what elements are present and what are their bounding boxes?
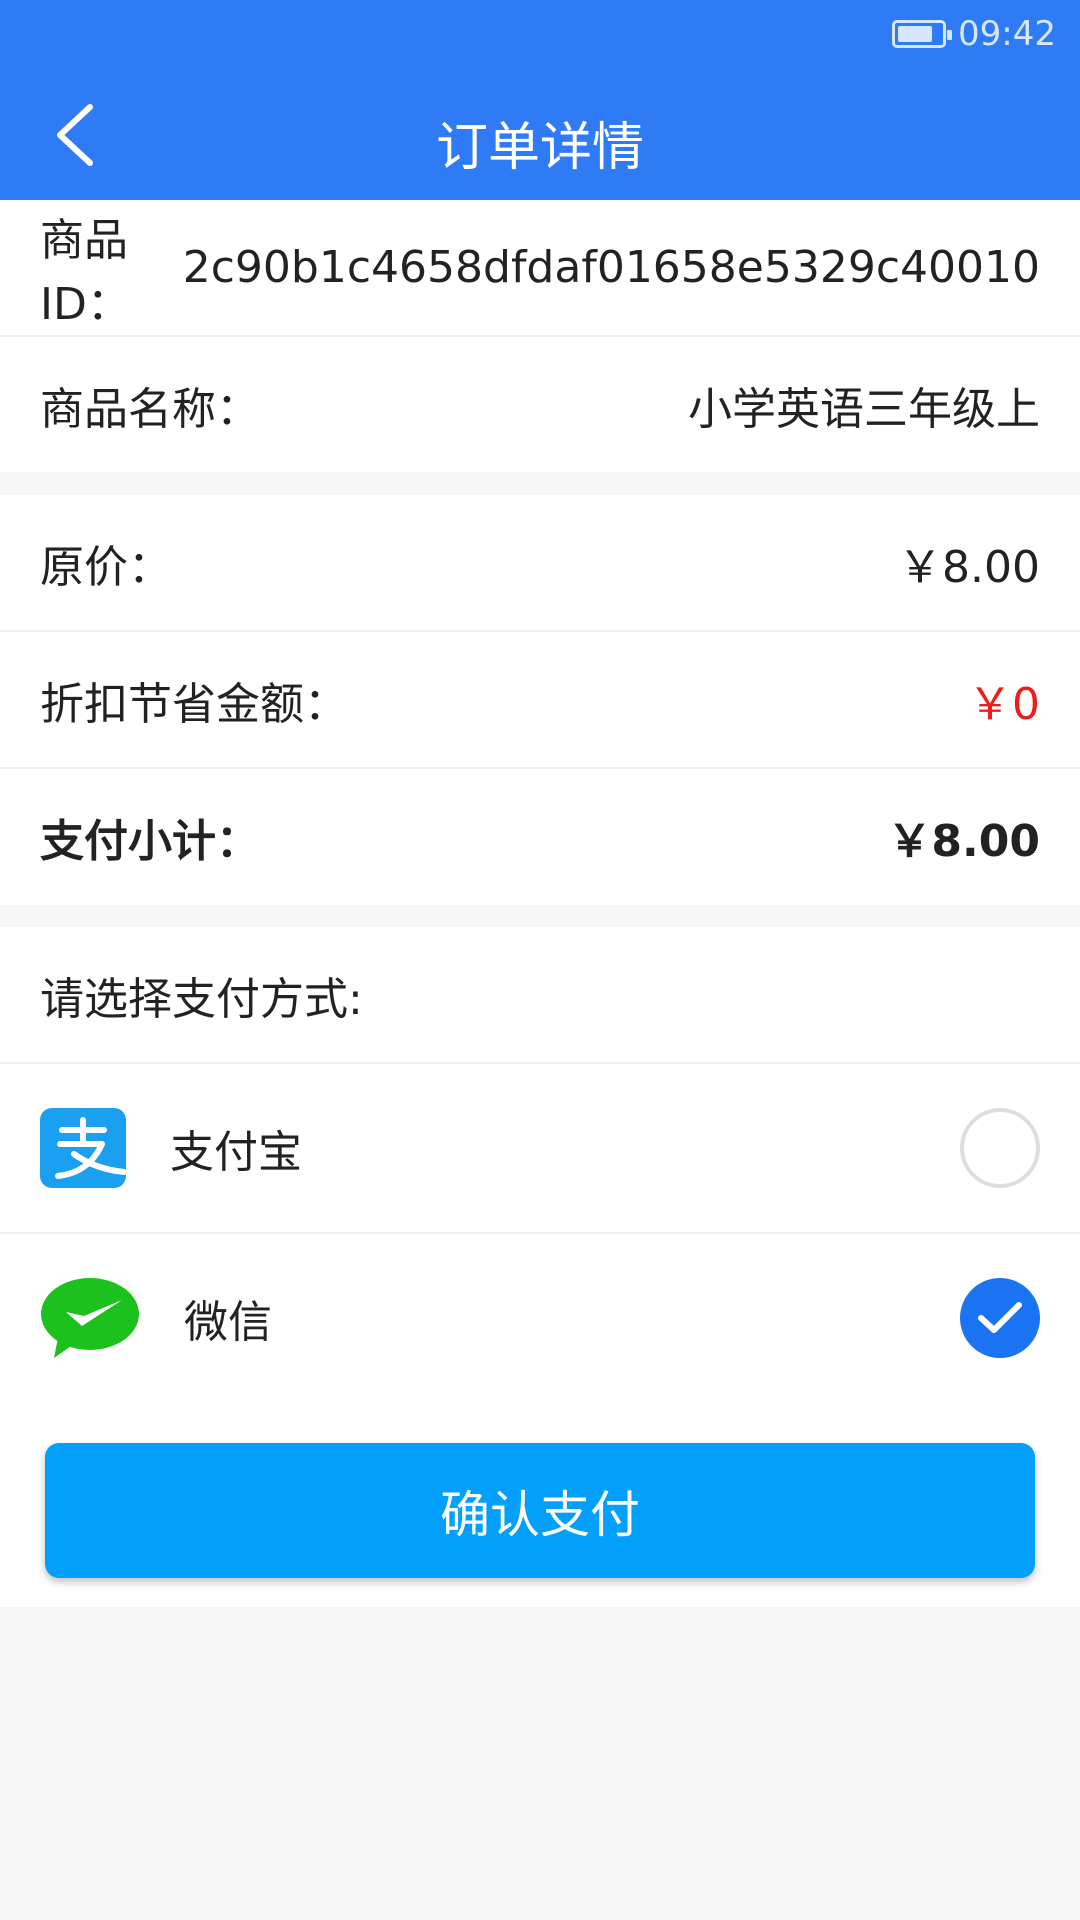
wechat-radio[interactable] xyxy=(960,1278,1040,1358)
discount-value: ￥0 xyxy=(968,678,1040,730)
product-name-row: 商品名称： 小学英语三年级上 xyxy=(0,337,1080,472)
product-name-value: 小学英语三年级上 xyxy=(688,383,1040,435)
product-id-label: 商品ID： xyxy=(40,214,131,330)
payment-prompt: 请选择支付方式: xyxy=(40,973,363,1025)
payment-option-label: 微信 xyxy=(184,1297,272,1348)
product-name-label: 商品名称： xyxy=(40,383,260,435)
payment-option-wechat[interactable]: 微信 xyxy=(0,1234,1080,1402)
confirm-pay-button[interactable]: 确认支付 xyxy=(45,1443,1035,1578)
app-header: 09:42 订单详情 xyxy=(0,0,1080,200)
discount-label: 折扣节省金额： xyxy=(40,678,348,730)
payment-prompt-row: 请选择支付方式: xyxy=(0,927,1080,1062)
payment-option-label: 支付宝 xyxy=(170,1127,302,1178)
payment-section: 请选择支付方式: 支付宝 微信 确认支付 xyxy=(0,927,1080,1607)
checkmark-icon xyxy=(978,1302,1022,1333)
clock: 09:42 xyxy=(958,14,1056,54)
wechat-icon xyxy=(41,1278,139,1358)
discount-row: 折扣节省金额： ￥0 xyxy=(0,632,1080,767)
price-section: 原价： ￥8.00 折扣节省金额： ￥0 支付小计： ￥8.00 xyxy=(0,495,1080,905)
status-bar: 09:42 xyxy=(892,14,1056,54)
alipay-radio[interactable] xyxy=(960,1108,1040,1188)
battery-icon xyxy=(892,20,953,48)
original-price-label: 原价： xyxy=(40,541,172,593)
alipay-icon xyxy=(40,1108,126,1188)
payment-option-alipay[interactable]: 支付宝 xyxy=(0,1064,1080,1232)
page-title: 订单详情 xyxy=(435,118,644,178)
subtotal-value: ￥8.00 xyxy=(887,815,1040,867)
subtotal-label: 支付小计： xyxy=(40,815,260,867)
product-section: 商品ID： 2c90b1c4658dfdaf01658e5329c40010 商… xyxy=(0,200,1080,472)
original-price-row: 原价： ￥8.00 xyxy=(0,495,1080,630)
subtotal-row: 支付小计： ￥8.00 xyxy=(0,769,1080,904)
product-id-row: 商品ID： 2c90b1c4658dfdaf01658e5329c40010 xyxy=(0,200,1080,335)
product-id-value: 2c90b1c4658dfdaf01658e5329c40010 xyxy=(182,242,1040,293)
original-price-value: ￥8.00 xyxy=(898,541,1040,593)
